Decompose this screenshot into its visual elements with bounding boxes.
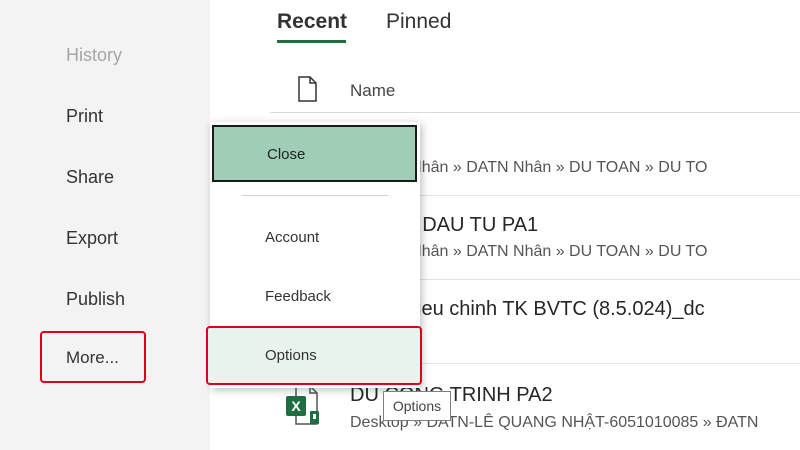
sidebar-item-publish[interactable]: Publish xyxy=(66,289,125,310)
more-dropdown-menu: Close Account Feedback Options xyxy=(206,122,422,388)
close-label: Close xyxy=(267,146,306,163)
backstage-sidebar: History Print Share Export Publish More.… xyxy=(0,0,210,450)
sidebar-item-print[interactable]: Print xyxy=(66,106,103,127)
menu-divider xyxy=(242,195,388,196)
tab-recent[interactable]: Recent xyxy=(277,10,347,34)
tab-pinned[interactable]: Pinned xyxy=(386,10,451,34)
sidebar-item-history: History xyxy=(66,45,123,65)
svg-text:X: X xyxy=(291,398,301,414)
file-list-header: Name xyxy=(270,70,800,113)
file-type-icon xyxy=(297,76,317,107)
sidebar-item-export[interactable]: Export xyxy=(66,228,118,249)
name-column-header[interactable]: Name xyxy=(350,81,395,101)
close-menu-item[interactable]: Close xyxy=(212,125,417,182)
sidebar-item-more[interactable]: More... xyxy=(66,348,119,368)
options-menu-item[interactable]: Options xyxy=(206,326,422,385)
active-tab-indicator xyxy=(277,40,346,43)
options-tooltip: Options xyxy=(383,391,451,421)
options-label: Options xyxy=(265,347,317,364)
excel-file-icon: X xyxy=(284,384,320,433)
feedback-menu-item[interactable]: Feedback xyxy=(265,288,331,305)
account-menu-item[interactable]: Account xyxy=(265,229,319,246)
sidebar-item-share[interactable]: Share xyxy=(66,167,114,188)
